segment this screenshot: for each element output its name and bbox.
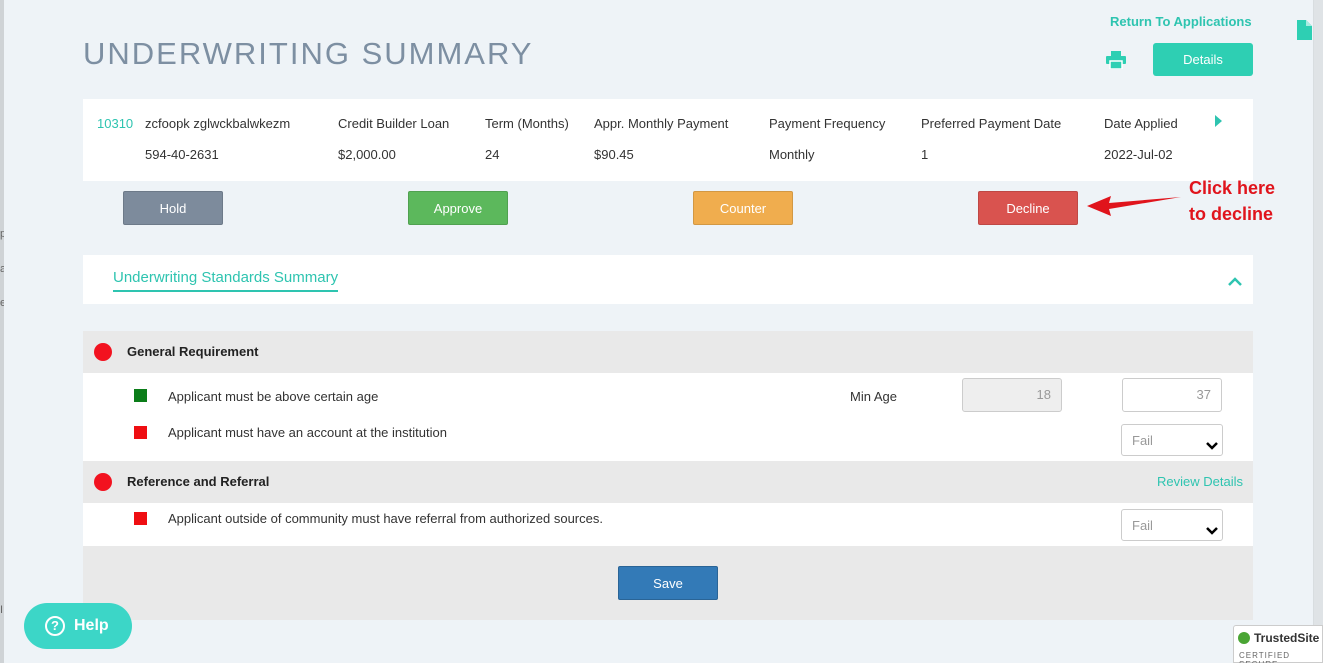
background-text: I (0, 604, 4, 616)
requirement-text: Applicant outside of community must have… (168, 511, 603, 526)
question-circle-icon: ? (45, 616, 65, 636)
column-header: Credit Builder Loan (338, 116, 450, 131)
document-icon[interactable] (1296, 20, 1312, 45)
caret-right-icon[interactable] (1215, 115, 1222, 127)
column-header: Payment Frequency (769, 116, 886, 131)
save-button[interactable]: Save (618, 566, 718, 600)
column-value: Monthly (769, 147, 815, 162)
column-value: $90.45 (594, 147, 634, 162)
counter-button[interactable]: Counter (693, 191, 793, 225)
column-value: 1 (921, 147, 929, 162)
annotation-line: Click here (1189, 178, 1276, 198)
result-select[interactable]: Fail (1121, 509, 1223, 541)
fail-status-icon (134, 512, 147, 525)
details-button[interactable]: Details (1153, 43, 1253, 76)
field-label: Min Age (850, 389, 897, 404)
annotation-arrow-icon (1085, 190, 1185, 229)
hold-button[interactable]: Hold (123, 191, 223, 225)
help-label: Help (74, 617, 109, 634)
annotation-line: to decline (1189, 204, 1274, 224)
applicant-name: zcfoopk zglwckbalwkezm (145, 116, 291, 131)
chevron-down-icon (1206, 522, 1218, 540)
group-title: Reference and Referral (127, 474, 270, 489)
group-header: Reference and Referral Review Details (83, 461, 1253, 503)
requirement-text: Applicant must be above certain age (168, 389, 379, 404)
select-value: Fail (1132, 433, 1153, 448)
applicant-ssn: 594-40-2631 (145, 147, 219, 162)
column-header: Term (Months) (485, 116, 569, 131)
status-dot (94, 343, 112, 361)
annotation-callout: Click here to decline (1189, 175, 1275, 227)
fail-status-icon (134, 426, 147, 439)
trustedsite-subtitle: CERTIFIED SECURE (1239, 651, 1291, 663)
group-rows: Applicant outside of community must have… (83, 503, 1253, 546)
column-header: Date Applied (1104, 116, 1178, 131)
column-value: 24 (485, 147, 500, 162)
return-to-applications-link[interactable]: Return To Applications (1110, 14, 1252, 29)
column-header: Appr. Monthly Payment (594, 116, 729, 131)
application-id-link[interactable]: 10310 (97, 116, 133, 131)
page-title: UNDERWRITING SUMMARY (83, 36, 534, 71)
min-age-required-field: 18 (962, 378, 1062, 412)
help-button[interactable]: ? Help (24, 603, 132, 649)
decline-button[interactable]: Decline (978, 191, 1078, 225)
checkmark-icon (1238, 632, 1250, 644)
approve-button[interactable]: Approve (408, 191, 508, 225)
column-header: Preferred Payment Date (921, 116, 1062, 131)
chevron-up-icon[interactable] (1228, 274, 1242, 292)
pass-status-icon (134, 389, 147, 402)
print-icon[interactable] (1106, 51, 1126, 74)
underwriting-standards-tab[interactable]: Underwriting Standards Summary (113, 269, 339, 292)
application-summary-card: 10310 zcfoopk zglwckbalwkezm 594-40-2631… (83, 99, 1253, 181)
underwriting-standards-header: Underwriting Standards Summary (83, 255, 1253, 304)
group-rows: Applicant must be above certain age Min … (83, 373, 1253, 461)
applicant-age-field[interactable]: 37 (1122, 378, 1222, 412)
trustedsite-name: TrustedSite (1254, 631, 1320, 645)
column-value: 2022-Jul-02 (1104, 147, 1173, 162)
review-details-link[interactable]: Review Details (1157, 474, 1243, 489)
group-title: General Requirement (127, 344, 259, 359)
requirement-text: Applicant must have an account at the in… (168, 425, 447, 440)
status-dot (94, 473, 112, 491)
result-select[interactable]: Fail (1121, 424, 1223, 456)
trustedsite-badge[interactable]: TrustedSite CERTIFIED SECURE (1233, 625, 1323, 663)
chevron-down-icon (1206, 437, 1218, 455)
column-value: $2,000.00 (338, 147, 396, 162)
select-value: Fail (1132, 518, 1153, 533)
group-header: General Requirement (83, 331, 1253, 373)
